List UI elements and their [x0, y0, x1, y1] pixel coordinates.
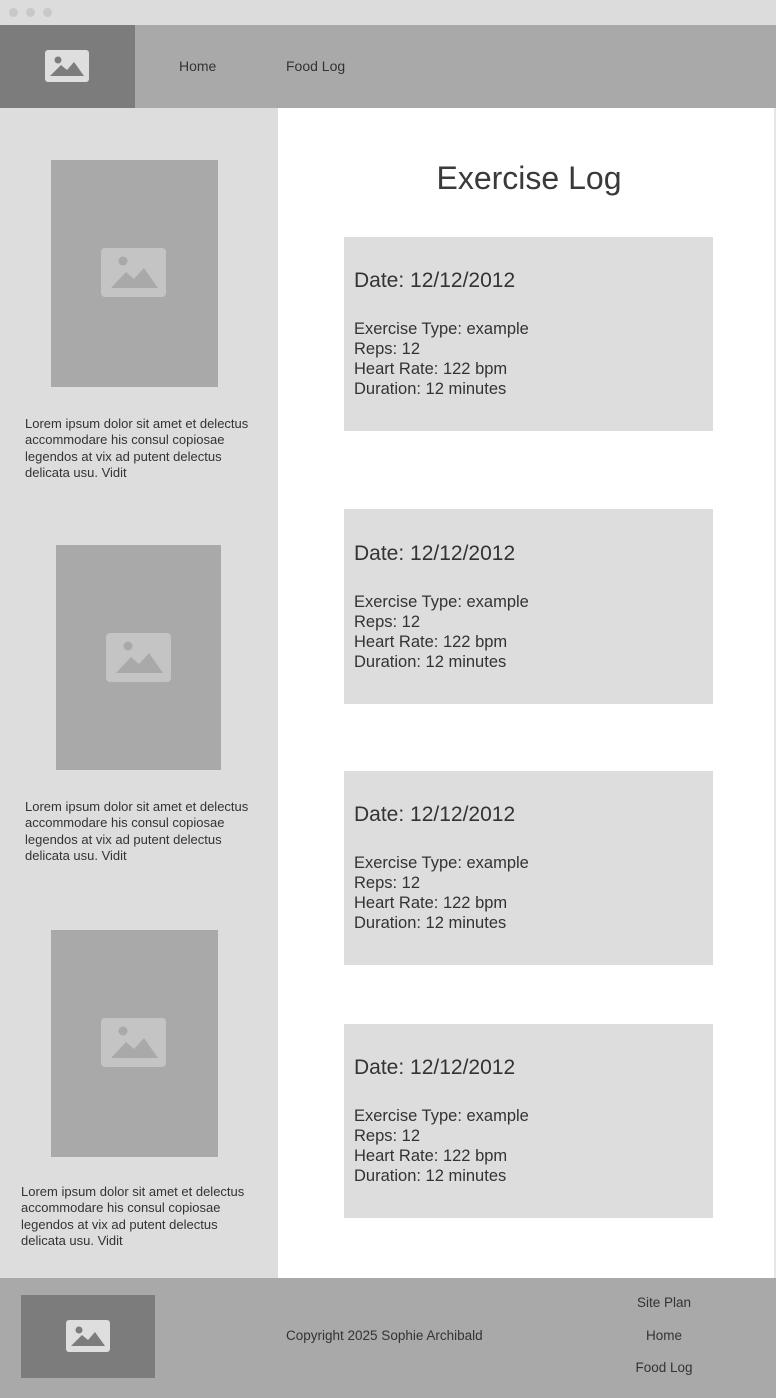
- window-maximize-dot[interactable]: [43, 8, 52, 17]
- entry-reps: Reps: 12: [354, 340, 421, 358]
- image-placeholder-icon: [45, 50, 89, 82]
- entry-reps: Reps: 12: [354, 874, 421, 892]
- entry-exercise-type: Exercise Type: example: [354, 593, 529, 611]
- sidebar-image-3: [51, 930, 218, 1157]
- sidebar-image-1: [51, 160, 218, 387]
- sidebar-text-2: Lorem ipsum dolor sit amet et delectus a…: [25, 799, 249, 863]
- footer-site-plan-link[interactable]: Site Plan: [604, 1295, 724, 1310]
- window-close-dot[interactable]: [9, 8, 18, 17]
- entry-heart-rate: Heart Rate: 122 bpm: [354, 894, 508, 912]
- image-placeholder-icon: [101, 1018, 166, 1067]
- entry-heart-rate: Heart Rate: 122 bpm: [354, 633, 508, 651]
- entry-date: Date: 12/12/2012: [354, 1056, 516, 1079]
- entry-duration: Duration: 12 minutes: [354, 380, 507, 398]
- window-minimize-dot[interactable]: [26, 8, 35, 17]
- exercise-entry-card: Date: 12/12/2012 Exercise Type: example …: [344, 1024, 713, 1218]
- image-placeholder-icon: [101, 248, 166, 297]
- image-placeholder-icon: [66, 1320, 110, 1352]
- entry-duration: Duration: 12 minutes: [354, 914, 507, 932]
- entry-date: Date: 12/12/2012: [354, 803, 516, 826]
- page-title: Exercise Log: [436, 160, 622, 196]
- exercise-entry-card: Date: 12/12/2012 Exercise Type: example …: [344, 771, 713, 965]
- exercise-entry-card: Date: 12/12/2012 Exercise Type: example …: [344, 237, 713, 431]
- footer-copyright: Copyright 2025 Sophie Archibald: [286, 1328, 483, 1343]
- footer-home-link[interactable]: Home: [604, 1328, 724, 1343]
- nav-home-link[interactable]: Home: [179, 58, 216, 74]
- exercise-entry-card: Date: 12/12/2012 Exercise Type: example …: [344, 509, 713, 704]
- window-titlebar: [0, 0, 776, 25]
- entry-date: Date: 12/12/2012: [354, 269, 516, 292]
- entry-heart-rate: Heart Rate: 122 bpm: [354, 1147, 508, 1165]
- sidebar-text-3: Lorem ipsum dolor sit amet et delectus a…: [21, 1184, 245, 1248]
- site-logo[interactable]: [0, 25, 135, 108]
- nav-food-log-link[interactable]: Food Log: [286, 58, 345, 74]
- footer-food-log-link[interactable]: Food Log: [604, 1360, 724, 1375]
- entry-duration: Duration: 12 minutes: [354, 653, 507, 671]
- entry-reps: Reps: 12: [354, 1127, 421, 1145]
- entry-exercise-type: Exercise Type: example: [354, 320, 529, 338]
- sidebar-text-1: Lorem ipsum dolor sit amet et delectus a…: [25, 416, 249, 480]
- entry-reps: Reps: 12: [354, 613, 421, 631]
- sidebar-image-2: [56, 545, 221, 770]
- entry-exercise-type: Exercise Type: example: [354, 854, 529, 872]
- image-placeholder-icon: [106, 633, 171, 682]
- entry-exercise-type: Exercise Type: example: [354, 1107, 529, 1125]
- footer-logo[interactable]: [21, 1295, 155, 1378]
- entry-duration: Duration: 12 minutes: [354, 1167, 507, 1185]
- entry-date: Date: 12/12/2012: [354, 542, 516, 565]
- entry-heart-rate: Heart Rate: 122 bpm: [354, 360, 508, 378]
